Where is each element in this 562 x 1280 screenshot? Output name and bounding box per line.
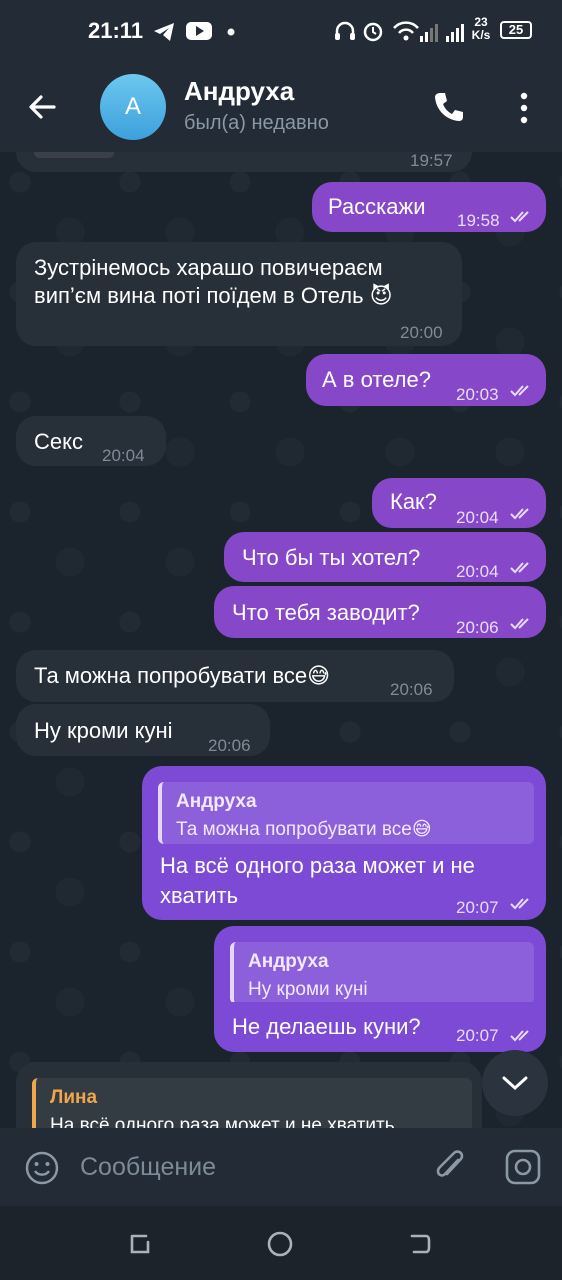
avatar[interactable]: А (100, 74, 166, 140)
network-speed: 23 K/s (471, 16, 491, 42)
reply-author: Лина (50, 1087, 98, 1108)
read-ticks-icon (510, 618, 529, 630)
message-text: Расскажи (328, 194, 426, 219)
youtube-icon (186, 22, 212, 40)
home-icon[interactable] (266, 1230, 294, 1258)
phone-icon[interactable] (432, 90, 466, 124)
signal-icon (420, 24, 464, 42)
message-time: 20:06 (390, 680, 433, 699)
chat-header: А Андруха был(а) недавно (0, 62, 562, 152)
reply-text: Та можна попробувати все😅 (176, 819, 432, 840)
message-incoming[interactable]: Секс 20:04 (16, 416, 166, 466)
reply-quote[interactable]: Андруха Ну кроми куні (230, 942, 534, 1004)
message-time: 20:04 (456, 562, 499, 581)
network-speed-unit: K/s (471, 28, 491, 42)
reply-text: На всё одного раза может и не хватить (50, 1115, 395, 1128)
contact-name[interactable]: Андруха (184, 76, 294, 107)
reply-text: Ну кроми куні (248, 979, 368, 1000)
reply-quote[interactable]: Андруха Та можна попробувати все😅 (158, 782, 534, 844)
message-time: 20:04 (102, 446, 145, 465)
message-incoming[interactable]: Та можна попробувати все😅 20:06 (16, 650, 454, 702)
attach-icon[interactable] (432, 1148, 468, 1186)
contact-status: был(а) недавно (184, 112, 329, 134)
read-ticks-icon (510, 1030, 529, 1042)
read-ticks-icon (510, 562, 529, 574)
alarm-icon (363, 22, 383, 42)
message-text: Как? (390, 489, 437, 514)
message-incoming[interactable]: Лина На всё одного раза может и не хвати… (16, 1062, 482, 1128)
message-text: Что тебя заводит? (232, 600, 420, 625)
message-text-line: На всё одного раза может и не (160, 853, 475, 878)
read-ticks-icon (510, 508, 529, 520)
headphones-icon (335, 21, 355, 40)
network-speed-value: 23 (474, 15, 488, 29)
reply-author: Андруха (248, 951, 329, 972)
message-outgoing[interactable]: Что бы ты хотел? 20:04 (224, 532, 546, 582)
message-text-line: вип’єм вина поті поїдем в Отель 😈 (34, 283, 393, 308)
more-vert-icon[interactable] (512, 90, 536, 126)
battery-level: 25 (508, 22, 524, 37)
read-ticks-icon (510, 898, 529, 910)
message-time: 19:58 (457, 211, 500, 230)
message-incoming[interactable]: Ну кроми куні 20:06 (16, 704, 270, 756)
message-text: Ну кроми куні (34, 718, 173, 743)
message-outgoing[interactable]: Что тебя заводит? 20:06 (214, 586, 546, 638)
message-text: Та можна попробувати все😅 (34, 663, 331, 688)
wifi-icon (393, 21, 419, 41)
recents-icon[interactable] (126, 1230, 154, 1258)
message-incoming[interactable]: Зустрінемось харашо повичераєм вип’єм ви… (16, 242, 462, 346)
message-input[interactable] (78, 1146, 412, 1188)
message-time: 20:07 (456, 1026, 499, 1045)
message-text: Что бы ты хотел? (242, 545, 421, 570)
message-time: 20:00 (400, 323, 443, 342)
sticker-strip (34, 152, 114, 158)
message-incoming[interactable]: 19:57 (16, 152, 472, 172)
status-bar: 21:11 23 K/s 25 (0, 0, 562, 62)
message-time: 20:07 (456, 898, 499, 917)
telegram-icon (154, 23, 174, 41)
message-text: Не делаешь куни? (232, 1014, 421, 1039)
message-time: 20:06 (456, 618, 499, 637)
message-time: 20:06 (208, 736, 251, 755)
message-text-overlay: Не делаешь куни? (232, 1014, 421, 1040)
chat-messages[interactable]: 19:57 Расскажи 19:58 Зустрінемось харашо… (0, 152, 562, 1128)
reply-author: Андруха (176, 791, 257, 812)
message-outgoing[interactable]: А в отеле? 20:03 (306, 354, 546, 406)
status-time: 21:11 (88, 18, 144, 43)
dot-icon (227, 28, 235, 36)
scroll-down-button[interactable] (482, 1050, 548, 1116)
battery-icon: 25 (500, 21, 532, 39)
message-time: 20:04 (456, 508, 499, 527)
reply-quote[interactable]: Лина На всё одного раза может и не хвати… (32, 1078, 472, 1128)
message-outgoing[interactable]: Андруха Та можна попробувати все😅 На всё… (142, 766, 546, 920)
message-text-line: Зустрінемось харашо повичераєм (34, 255, 383, 280)
message-time: 19:57 (410, 152, 453, 170)
message-time: 20:03 (456, 385, 499, 404)
message-outgoing[interactable]: Расскажи 19:58 (312, 182, 546, 232)
back-nav-icon[interactable] (406, 1230, 434, 1258)
message-text: А в отеле? (322, 367, 431, 392)
message-text-line: хватить (160, 883, 239, 908)
emoji-icon[interactable] (24, 1150, 60, 1186)
camera-icon[interactable] (504, 1148, 542, 1186)
read-ticks-icon (510, 211, 529, 223)
message-composer (0, 1128, 562, 1206)
system-nav-bar (0, 1206, 562, 1280)
back-arrow-icon[interactable] (26, 90, 60, 124)
read-ticks-icon (510, 385, 529, 397)
avatar-letter: А (124, 93, 141, 120)
message-time-overlay: 20:07 (456, 1026, 499, 1046)
chevron-down-icon (502, 1076, 528, 1091)
message-outgoing[interactable]: Как? 20:04 (372, 478, 546, 528)
message-text: Секс (34, 429, 83, 454)
